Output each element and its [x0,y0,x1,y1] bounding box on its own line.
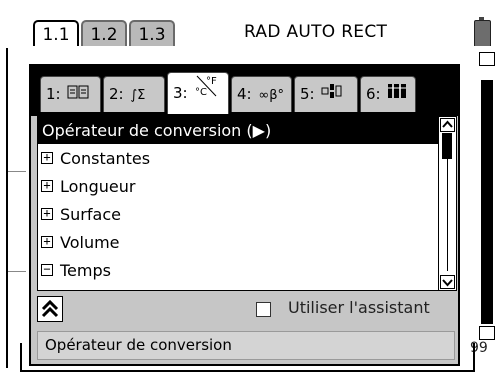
integral-sigma-icon: ∫Σ [130,88,146,103]
document-scrollbar[interactable] [478,52,496,342]
catalog-tab-3[interactable]: 3: °C °F [167,72,229,114]
scroll-up-icon[interactable] [440,118,455,132]
catalog-tab-number: 6: [366,85,381,103]
doc-tab-1-2[interactable]: 1.2 [81,20,127,48]
list-item[interactable]: − Temps [38,257,438,285]
graph-tick [8,171,26,172]
collapse-toggle-button[interactable] [37,296,63,322]
doc-tab-label: 1.3 [138,25,166,45]
help-text: Opérateur de conversion [45,336,232,354]
mode-status: RAD AUTO RECT [244,22,388,42]
catalog-tab-bar: 1: 2: ∫Σ 3: °C °F 4: ∞β° 5: 6: [31,66,458,116]
wizard-checkbox[interactable] [256,302,271,317]
list-item-selected[interactable]: Opérateur de conversion (▶) [38,117,438,144]
template-icon [321,79,343,113]
collapse-minus-icon[interactable]: − [41,263,53,276]
catalog-tab-number: 4: [237,85,252,103]
list-item[interactable]: + Longueur [38,173,438,201]
catalog-tab-5[interactable]: 5: [294,76,358,112]
battery-icon [474,17,491,49]
catalog-tab-4[interactable]: 4: ∞β° [231,76,292,112]
list-item-label: Constantes [60,149,151,168]
doc-tab-label: 1.1 [42,25,70,45]
wizard-label: Utiliser l'assistant [288,298,430,317]
catalog-tab-2[interactable]: 2: ∫Σ [103,76,165,112]
book-icon [67,79,89,113]
doc-tab-1-3[interactable]: 1.3 [129,20,175,48]
graph-tick [8,271,26,272]
library-icon [387,79,407,113]
catalog-dialog: 1: 2: ∫Σ 3: °C °F 4: ∞β° 5: 6: Opérateur… [29,64,460,366]
list-item[interactable]: + Volume [38,229,438,257]
list-item[interactable]: + Constantes [38,145,438,173]
scroll-down-icon[interactable] [479,326,495,340]
expand-plus-icon[interactable]: + [41,151,53,164]
list-item-label: Opérateur de conversion (▶) [42,121,272,140]
scroll-thumb[interactable] [442,133,452,159]
doc-tab-label: 1.2 [90,25,118,45]
catalog-tab-number: 2: [109,85,124,103]
expand-plus-icon[interactable]: + [41,179,53,192]
scroll-thumb[interactable] [481,80,493,324]
document-tab-bar: 1.1 1.2 1.3 RAD AUTO RECT [0,0,497,49]
catalog-list[interactable]: Opérateur de conversion (▶) + Constantes… [37,116,439,291]
scroll-up-icon[interactable] [479,52,495,66]
list-item[interactable]: + Surface [38,201,438,229]
scroll-track [447,159,448,271]
catalog-tab-6[interactable]: 6: [360,76,416,112]
list-item-label: Temps [60,261,111,280]
doc-tab-1-1[interactable]: 1.1 [33,20,79,48]
list-item-label: Volume [60,233,120,252]
expand-plus-icon[interactable]: + [41,235,53,248]
svg-text:°F: °F [206,76,217,87]
scroll-down-icon[interactable] [440,275,455,289]
infinity-beta-icon: ∞β° [258,88,285,103]
svg-text:°C: °C [195,87,207,98]
list-scrollbar[interactable] [439,116,457,291]
help-text-bar: Opérateur de conversion [37,331,455,360]
expand-plus-icon[interactable]: + [41,207,53,220]
catalog-tab-1[interactable]: 1: [40,76,101,112]
list-item-label: Longueur [60,177,136,196]
catalog-tab-number: 1: [46,85,61,103]
list-item-label: Surface [60,205,121,224]
catalog-tab-number: 5: [300,85,315,103]
units-icon: °C °F [194,74,220,115]
catalog-tab-number: 3: [173,84,188,102]
double-chevron-up-icon [41,299,59,318]
